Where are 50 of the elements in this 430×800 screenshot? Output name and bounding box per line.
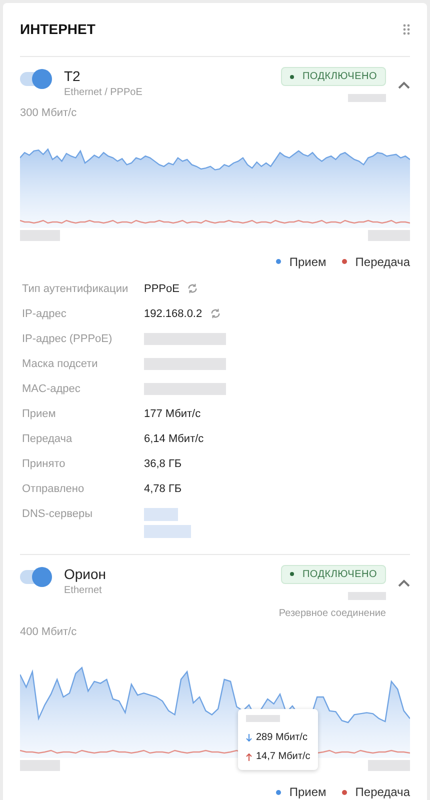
detail-value: 36,8 ГБ: [144, 456, 182, 472]
chevron-icon[interactable]: [398, 81, 410, 89]
download-rate: 289 Мбит/с: [256, 731, 308, 745]
toggle-switch[interactable]: [20, 570, 50, 584]
legend-label: Передача: [355, 254, 410, 270]
detail-label: Принято: [22, 456, 66, 472]
chevron-icon[interactable]: [398, 578, 410, 586]
detail-label: MAC-адрес: [22, 382, 82, 396]
detail-label: Прием: [22, 406, 57, 422]
widget-title: ИНТЕРНЕТ: [20, 20, 96, 39]
legend-label: Прием: [289, 784, 326, 800]
detail-label: Передача: [22, 432, 74, 446]
toggle-switch[interactable]: [20, 72, 50, 86]
detail-value: 4,78 ГБ: [144, 482, 182, 496]
detail-value: PPPoE: [144, 282, 180, 296]
connection-name: T2: [64, 67, 82, 85]
detail-label: IP-адрес (PPPoE): [22, 332, 114, 346]
status-badge: ПОДКЛЮЧЕНО: [281, 564, 386, 584]
blurred-text: [348, 592, 386, 600]
blurred-text: [144, 508, 178, 520]
detail-label: Отправлено: [22, 482, 86, 496]
scale-label: 400 Мбит/с: [20, 624, 78, 640]
connection-note: Резервное соединение: [278, 606, 386, 620]
upload-rate: 14,7 Мбит/с: [256, 750, 310, 764]
detail-label: Маска подсети: [22, 356, 99, 372]
blurred-text: [20, 230, 60, 240]
status-badge: ПОДКЛЮЧЕНО: [281, 67, 386, 86]
legend-label: Передача: [355, 784, 410, 800]
scale-label: 300 Мбит/с: [20, 106, 78, 121]
detail-label: IP-адрес: [22, 306, 68, 322]
blurred-text: [144, 524, 191, 538]
blurred-text: [246, 715, 280, 722]
detail-label: Тип аутентификации: [22, 282, 130, 296]
blurred-text: [368, 230, 410, 240]
down-arrow-icon: [246, 734, 252, 742]
detail-value: 192.168.0.2: [144, 306, 202, 322]
drag-handle-icon[interactable]: [403, 24, 410, 35]
legend-label: Прием: [289, 254, 326, 270]
up-arrow-icon: [246, 752, 252, 760]
connection-type: Ethernet: [64, 584, 103, 598]
refresh-icon[interactable]: [210, 308, 222, 320]
detail-label: DNS-серверы: [22, 506, 94, 522]
connection-name: Орион: [64, 564, 106, 582]
detail-value: 177 Мбит/с: [144, 406, 201, 422]
connection-type: Ethernet / PPPoE: [64, 86, 142, 100]
blurred-text: [348, 94, 386, 102]
blurred-text: [368, 760, 410, 771]
blurred-text: [20, 760, 60, 771]
detail-value: 6,14 Мбит/с: [144, 432, 204, 446]
refresh-icon[interactable]: [187, 283, 198, 294]
